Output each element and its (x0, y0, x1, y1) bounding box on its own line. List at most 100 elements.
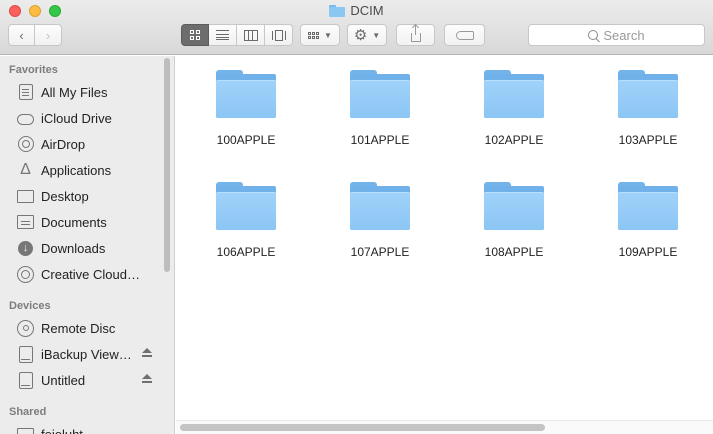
applications-icon: ∆ (20, 161, 31, 178)
gear-icon: ⚙ (353, 26, 368, 44)
airdrop-icon (16, 135, 35, 153)
folder-icon (350, 70, 410, 118)
sidebar-section-shared: Shared (9, 406, 47, 418)
navigation-buttons: ‹ › (8, 24, 62, 46)
folder-name: 101APPLE (350, 133, 410, 147)
sidebar-scrollbar[interactable] (164, 58, 170, 272)
sidebar-item-label: iCloud Drive (41, 110, 112, 126)
chevron-down-icon: ▼ (372, 30, 381, 40)
folder-item[interactable]: 106APPLE (191, 168, 301, 264)
desktop-icon (16, 187, 35, 205)
chevron-left-icon: ‹ (19, 27, 24, 43)
folder-item[interactable]: 101APPLE (325, 56, 435, 152)
folder-name: 103APPLE (618, 133, 678, 147)
folder-item[interactable]: 108APPLE (459, 168, 569, 264)
sidebar-item-label: All My Files (41, 84, 108, 100)
arrange-button[interactable]: ▼ (300, 24, 340, 46)
share-icon (410, 24, 421, 42)
folder-item[interactable]: 102APPLE (459, 56, 569, 152)
folder-name: 109APPLE (618, 245, 678, 259)
sidebar-item-label: iBackup View… (41, 346, 132, 362)
view-mode-selector (181, 24, 293, 46)
folder-name: 102APPLE (484, 133, 544, 147)
folder-icon (484, 182, 544, 230)
column-view-button[interactable] (237, 24, 265, 46)
sidebar-item-downloads[interactable]: Downloads (16, 237, 156, 259)
sidebar-item-label: Downloads (41, 240, 106, 256)
eject-icon[interactable] (142, 374, 152, 384)
sidebar-item-airdrop[interactable]: AirDrop (16, 133, 156, 155)
action-button[interactable]: ⚙ ▼ (347, 24, 387, 46)
forward-button[interactable]: › (35, 24, 62, 46)
sidebar-item-ibackup-viewer[interactable]: iBackup View… (16, 343, 156, 365)
sidebar-item-label: Applications (41, 162, 112, 178)
folder-icon (350, 182, 410, 230)
creative-cloud-icon (16, 265, 35, 283)
sidebar-item-label: Creative Cloud… (41, 266, 140, 282)
documents-icon (16, 213, 35, 231)
sidebar-section-favorites: Favorites (9, 64, 58, 76)
sidebar-item-label: Documents (41, 214, 107, 230)
cloud-icon (16, 109, 35, 127)
icon-view-icon (190, 30, 200, 40)
cover-flow-icon (271, 29, 287, 41)
sidebar-item-label: feioluht (41, 426, 83, 434)
eject-icon[interactable] (142, 348, 152, 358)
folder-icon (484, 70, 544, 118)
search-input[interactable]: Search (528, 24, 705, 46)
downloads-icon (16, 239, 35, 257)
folder-icon (618, 182, 678, 230)
folder-item[interactable]: 107APPLE (325, 168, 435, 264)
window-title-label: DCIM (350, 3, 384, 18)
horizontal-scrollbar[interactable] (180, 424, 545, 431)
sidebar-item-label: Desktop (41, 188, 89, 204)
column-view-icon (243, 29, 258, 41)
folder-icon (618, 70, 678, 118)
list-view-icon (216, 30, 229, 40)
search-icon (588, 30, 599, 40)
sidebar-item-label: Remote Disc (41, 320, 116, 336)
folder-content-area: 100APPLE 101APPLE 102APPLE 103APPLE 106A… (176, 56, 713, 434)
folder-icon (216, 182, 276, 230)
computer-icon (16, 425, 35, 434)
folder-icon (216, 70, 276, 118)
folder-name: 106APPLE (216, 245, 276, 259)
sidebar-item-desktop[interactable]: Desktop (16, 185, 156, 207)
search-placeholder: Search (603, 27, 645, 43)
sidebar-item-label: AirDrop (41, 136, 86, 152)
chevron-down-icon: ▼ (324, 30, 332, 40)
sidebar-item-applications[interactable]: ∆ Applications (16, 159, 156, 181)
sidebar-item-remote-disc[interactable]: Remote Disc (16, 317, 156, 339)
share-button[interactable] (396, 24, 435, 46)
chevron-right-icon: › (45, 27, 51, 43)
sidebar-item-creative-cloud[interactable]: Creative Cloud… (16, 263, 156, 285)
disc-icon (16, 319, 35, 337)
arrange-icon (308, 31, 320, 39)
drive-icon (16, 371, 35, 389)
drive-icon (16, 345, 35, 363)
sidebar-item-shared-computer[interactable]: feioluht (16, 423, 156, 434)
sidebar-section-devices: Devices (9, 300, 51, 312)
folder-name: 107APPLE (350, 245, 410, 259)
window-toolbar: DCIM ‹ › ▼ ⚙ ▼ Search (0, 0, 713, 55)
sidebar-item-all-my-files[interactable]: All My Files (16, 81, 156, 103)
icon-view-button[interactable] (181, 24, 209, 46)
window-title: DCIM (0, 3, 713, 18)
tag-icon (455, 30, 474, 40)
folder-item[interactable]: 109APPLE (593, 168, 703, 264)
folder-name: 108APPLE (484, 245, 544, 259)
sidebar-item-label: Untitled (41, 372, 86, 388)
tags-button[interactable] (444, 24, 485, 46)
sidebar-item-untitled[interactable]: Untitled (16, 369, 156, 391)
folder-name: 100APPLE (216, 133, 276, 147)
folder-icon (329, 4, 346, 17)
sidebar: Favorites All My Files iCloud Drive AirD… (0, 56, 175, 434)
cover-flow-button[interactable] (265, 24, 293, 46)
folder-item[interactable]: 100APPLE (191, 56, 301, 152)
folder-item[interactable]: 103APPLE (593, 56, 703, 152)
sidebar-item-icloud-drive[interactable]: iCloud Drive (16, 107, 156, 129)
back-button[interactable]: ‹ (8, 24, 35, 46)
list-view-button[interactable] (209, 24, 237, 46)
sidebar-item-documents[interactable]: Documents (16, 211, 156, 233)
all-files-icon (16, 83, 35, 101)
